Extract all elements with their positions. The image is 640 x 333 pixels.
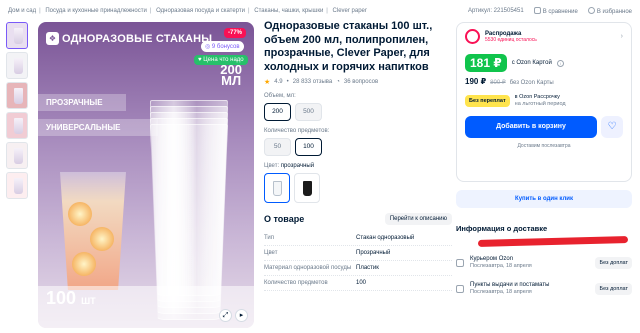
info-icon[interactable]: i bbox=[556, 59, 564, 67]
color-swatch-black[interactable] bbox=[294, 173, 320, 203]
reviews-link[interactable]: 28 833 отзыва bbox=[293, 79, 333, 85]
compare-button[interactable]: В сравнение bbox=[533, 7, 578, 15]
delivery-info: Информация о доставке Курьером Ozon После… bbox=[456, 224, 632, 299]
product-image[interactable]: ❖ ОДНОРАЗОВЫЕ СТАКАНЫ -77% ◎ 9 бонусов ♥ … bbox=[38, 22, 254, 328]
favorite-button[interactable]: В избранное bbox=[587, 7, 632, 15]
quantity-options: 50 100 bbox=[264, 138, 452, 156]
card-price: 181 ₽ bbox=[465, 54, 507, 72]
volume-options: 200 500 bbox=[264, 103, 452, 121]
installment-badge: Без переплат bbox=[465, 95, 510, 107]
hero-volume: 200 МЛ bbox=[220, 62, 242, 88]
color-label: Цвет: прозрачный bbox=[264, 163, 315, 169]
thumbnail[interactable] bbox=[6, 142, 28, 169]
product-info: Одноразовые стаканы 100 шт., объем 200 м… bbox=[264, 20, 452, 291]
heart-icon[interactable]: ♡ bbox=[601, 116, 623, 138]
zoom-icon[interactable]: ⤢ bbox=[219, 309, 232, 322]
property-row: Материал одноразовой посуды Пластик bbox=[264, 261, 452, 276]
volume-label: Объем, мл: bbox=[264, 93, 296, 99]
regular-price: 190 ₽ bbox=[465, 77, 487, 86]
article-number[interactable]: Артикул: 221505451 bbox=[468, 8, 524, 14]
volume-option[interactable]: 500 bbox=[295, 103, 322, 121]
property-row: Количество предметов 100 bbox=[264, 276, 452, 291]
go-to-description-button[interactable]: Перейти к описанию bbox=[384, 213, 452, 225]
thumbnail-list bbox=[6, 22, 30, 202]
buy-one-click-button[interactable]: Купить в один клик bbox=[456, 190, 632, 208]
add-to-cart-button[interactable]: Добавить в корзину bbox=[465, 116, 597, 138]
discount-badge: -77% bbox=[223, 28, 246, 38]
breadcrumb-item[interactable]: Посуда и кухонные принадлежности bbox=[45, 8, 147, 14]
rating-value: 4.9 bbox=[274, 79, 283, 85]
about-title: О товаре bbox=[264, 214, 305, 224]
hero-title: ❖ ОДНОРАЗОВЫЕ СТАКАНЫ bbox=[46, 32, 212, 45]
brand-logo-icon: ❖ bbox=[46, 32, 59, 45]
breadcrumb-item[interactable]: Дом и сад bbox=[8, 8, 36, 14]
drink-cup-illustration bbox=[60, 172, 126, 290]
about-header: О товаре Перейти к описанию bbox=[264, 213, 452, 225]
breadcrumb-item[interactable]: Одноразовая посуда и скатерти bbox=[156, 8, 245, 14]
product-title: Одноразовые стаканы 100 шт., объем 200 м… bbox=[264, 20, 433, 73]
hero-tag-transparent: ПРОЗРАЧНЫЕ bbox=[38, 94, 126, 111]
questions-icon: ◔ bbox=[336, 79, 340, 85]
heart-icon bbox=[587, 7, 595, 14]
thumbnail[interactable] bbox=[6, 22, 28, 49]
hero-tag-universal: УНИВЕРСАЛЬНЫЕ bbox=[38, 119, 158, 136]
thumbnail[interactable] bbox=[6, 112, 28, 139]
delivery-title: Информация о доставке bbox=[456, 224, 548, 233]
breadcrumb-item[interactable]: Clever paper bbox=[333, 8, 367, 14]
color-swatch-transparent[interactable] bbox=[264, 173, 290, 203]
top-actions: Артикул: 221505451 В сравнение В избранн… bbox=[468, 7, 632, 15]
rating-row: ★ 4.9 • 28 833 отзыва ◔ 36 вопросов bbox=[264, 79, 379, 86]
volume-option[interactable]: 200 bbox=[264, 103, 291, 121]
properties-list: Тип Стакан одноразовый Цвет Прозрачный Мат… bbox=[264, 231, 452, 291]
compare-icon bbox=[533, 7, 541, 14]
thumbnail[interactable] bbox=[6, 52, 28, 79]
breadcrumb-item[interactable]: Стаканы, чашки, крышки bbox=[254, 8, 323, 14]
courier-icon bbox=[456, 259, 464, 267]
hero-count: 100 ШТ bbox=[46, 288, 96, 308]
play-icon[interactable]: ▸ bbox=[235, 309, 248, 322]
quantity-option[interactable]: 100 bbox=[295, 138, 322, 156]
delivery-note: Доставим послезавтра bbox=[517, 143, 571, 149]
old-price: 800 ₽ bbox=[490, 80, 506, 86]
thumbnail[interactable] bbox=[6, 82, 28, 109]
property-row: Тип Стакан одноразовый bbox=[264, 231, 452, 246]
installment-row[interactable]: Без переплат в Ozon Рассрочку на льготный… bbox=[465, 94, 623, 108]
questions-link[interactable]: 36 вопросов bbox=[344, 79, 378, 85]
breadcrumb: Дом и сад | Посуда и кухонные принадлежно… bbox=[8, 8, 367, 14]
thumbnail[interactable] bbox=[6, 172, 28, 199]
delivery-option[interactable]: Пункты выдачи и постаматы Послезавтра, 18… bbox=[456, 279, 632, 299]
bonus-badge[interactable]: ◎ 9 бонусов bbox=[201, 41, 244, 52]
quantity-option[interactable]: 50 bbox=[264, 138, 291, 156]
star-icon: ★ bbox=[264, 79, 271, 86]
quantity-label: Количество предметов: bbox=[264, 128, 330, 134]
buy-box: Распродажа 5530 единиц осталось › 181 ₽ … bbox=[456, 22, 632, 182]
card-price-row: 181 ₽ c Ozon Картой i bbox=[465, 54, 623, 72]
chevron-right-icon: › bbox=[620, 33, 623, 40]
pickup-point-icon bbox=[456, 285, 464, 293]
cup-stack-illustration bbox=[150, 100, 228, 320]
property-row: Цвет Прозрачный bbox=[264, 246, 452, 261]
sale-icon bbox=[465, 29, 480, 44]
sale-banner[interactable]: Распродажа 5530 единиц осталось › bbox=[465, 29, 623, 44]
regular-price-row: 190 ₽ 800 ₽ без Ozon Карты bbox=[465, 77, 554, 86]
delivery-option[interactable]: Курьером Ozon Послезавтра, 18 апреля Без … bbox=[456, 253, 632, 273]
color-options bbox=[264, 173, 452, 203]
